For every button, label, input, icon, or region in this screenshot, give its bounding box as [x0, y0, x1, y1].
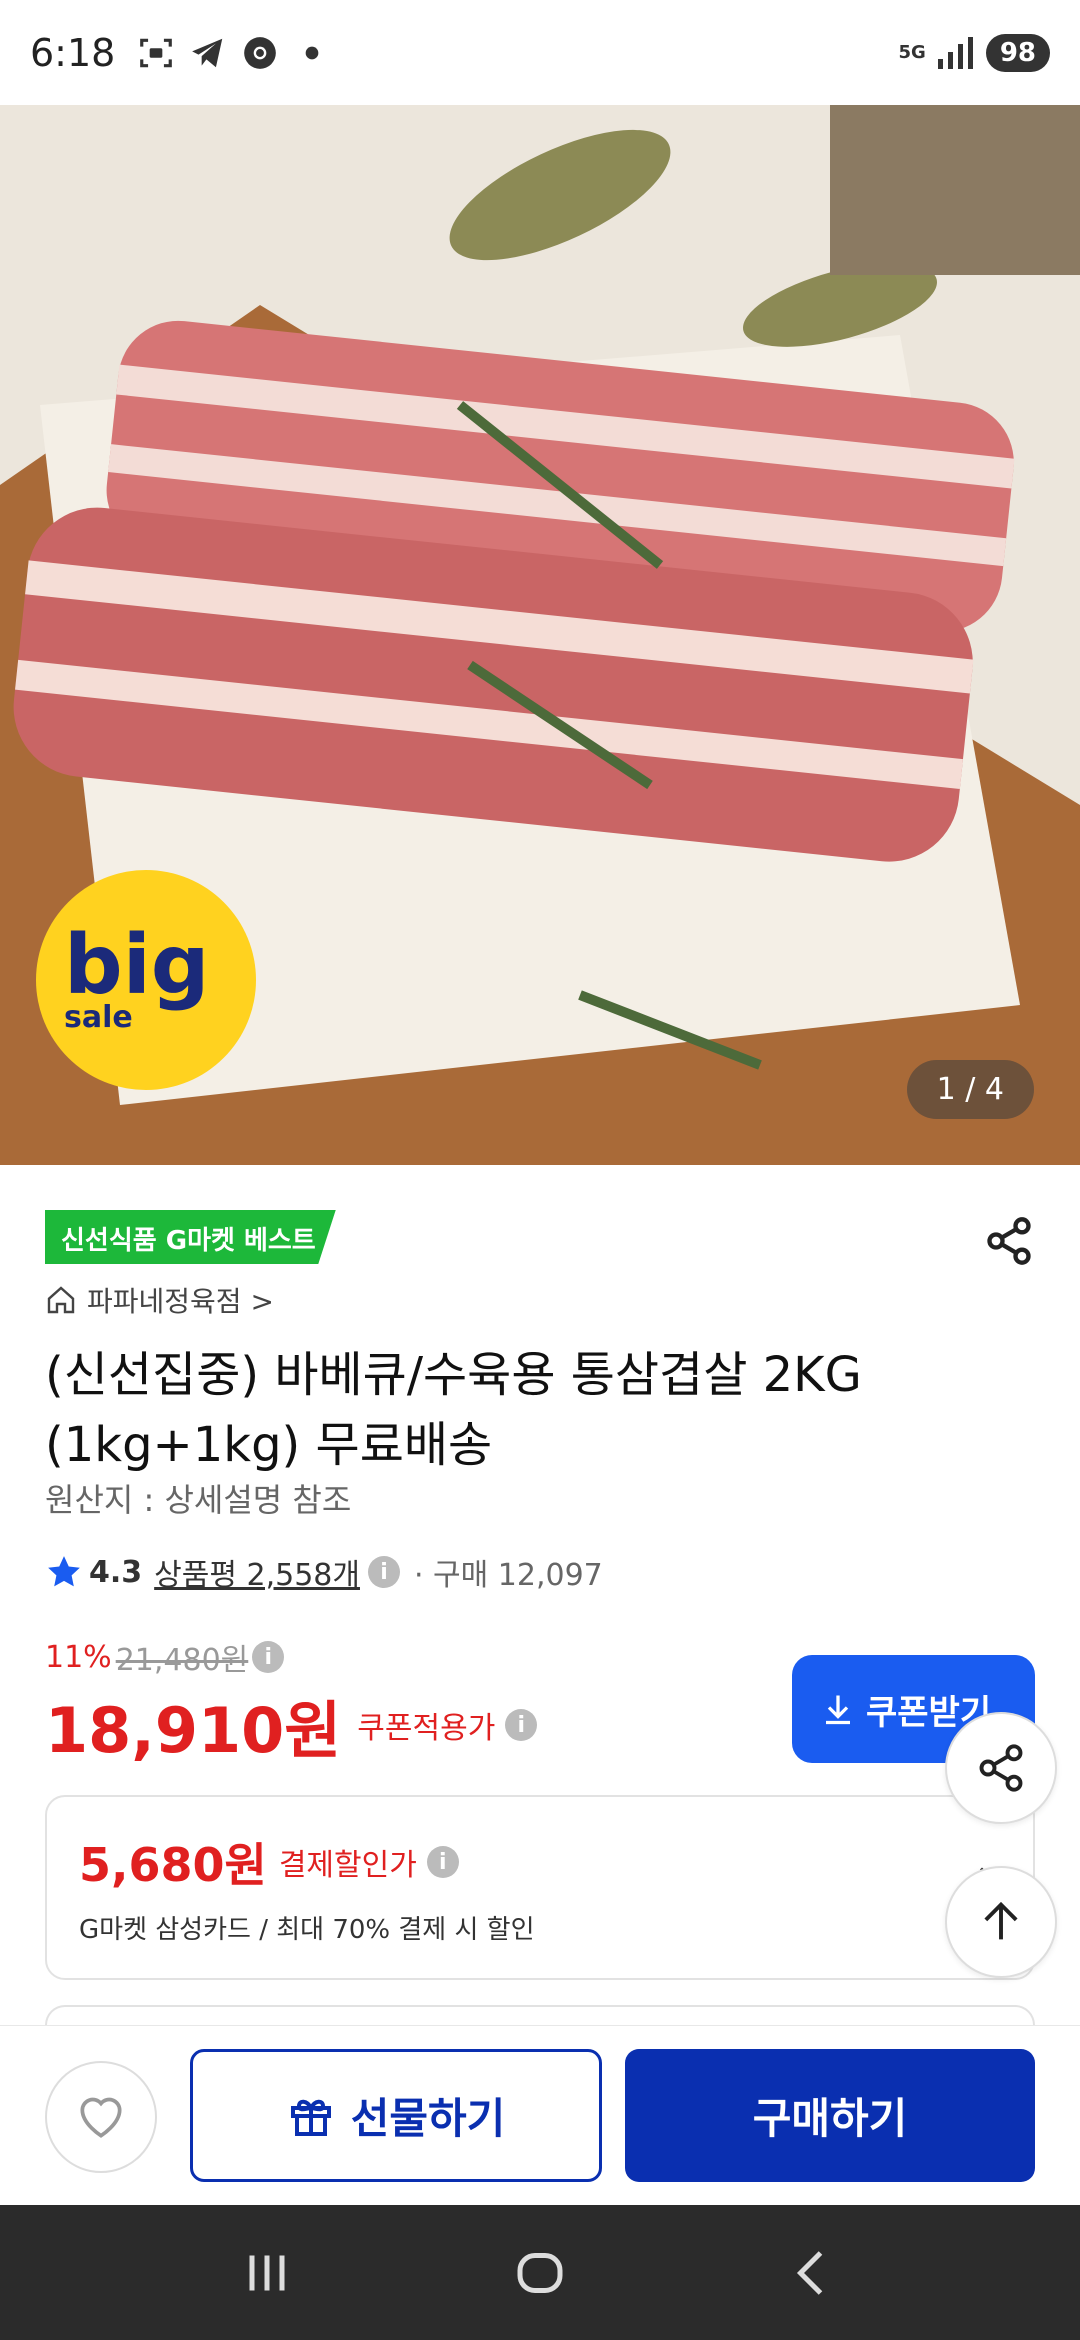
- rating-row: 4.3 상품평 2,558개 i · 구매 12,097: [45, 1550, 603, 1594]
- telegram-icon: [192, 38, 223, 67]
- image-counter: 1 / 4: [906, 1060, 1034, 1119]
- price-row: 18,910원 쿠폰적용가 i: [45, 1680, 538, 1770]
- rating-score: 4.3: [89, 1554, 143, 1590]
- big-sale-sale-text: sale: [64, 999, 133, 1035]
- card-discount-panel[interactable]: 5,680원 결제할인가 i G마켓 삼성카드 / 최대 70% 결제 시 할인: [45, 1795, 1035, 1980]
- original-price: 21,480원: [115, 1643, 249, 1678]
- status-right: 5G 98: [898, 33, 1050, 72]
- review-link[interactable]: 상품평 2,558개: [154, 1550, 360, 1594]
- share-icon[interactable]: [983, 1215, 1035, 1267]
- card-discount-description: G마켓 삼성카드 / 최대 70% 결제 시 할인: [79, 1915, 535, 1945]
- card-discount-amount: 5,680원: [79, 1838, 267, 1892]
- dot-icon: [306, 46, 319, 59]
- product-title: (신선집중) 바베큐/수육용 통삼겹살 2KG (1kg+1kg) 무료배송: [45, 1347, 862, 1473]
- purchase-count: · 구매 12,097: [413, 1558, 603, 1593]
- info-icon[interactable]: i: [252, 1641, 285, 1673]
- product-image[interactable]: big sale 1 / 4: [0, 105, 1080, 1165]
- star-icon: [48, 1556, 80, 1587]
- bottom-action-bar: 선물하기 구매하기: [0, 2025, 1080, 2205]
- wishlist-button[interactable]: [45, 2061, 157, 2173]
- scroll-top-button[interactable]: [945, 1866, 1057, 1978]
- back-icon[interactable]: [783, 2243, 843, 2303]
- status-bar: 6:18 5G 98: [0, 0, 1080, 105]
- buy-button-label: 구매하기: [752, 2094, 908, 2143]
- card-discount-price-row: 5,680원 결제할인가 i: [79, 1829, 459, 1895]
- shop-link[interactable]: 파파네정육점 >: [45, 1280, 274, 1320]
- gift-button-label: 선물하기: [350, 2094, 506, 2143]
- big-sale-big-text: big: [64, 917, 210, 1013]
- arrow-up-icon: [984, 1901, 1018, 1940]
- best-badge: 신선식품 G마켓 베스트: [45, 1210, 336, 1264]
- info-icon[interactable]: i: [367, 1556, 400, 1588]
- buy-button[interactable]: 구매하기: [625, 2049, 1035, 2182]
- discount-row: 11% 21,480원 i: [45, 1635, 285, 1679]
- gift-button[interactable]: 선물하기: [190, 2049, 602, 2182]
- floating-share-button[interactable]: [945, 1712, 1057, 1824]
- info-icon[interactable]: i: [426, 1846, 459, 1878]
- status-time: 6:18: [30, 30, 116, 75]
- signal-icon: [937, 36, 973, 69]
- product-origin: 원산지 : 상세설명 참조: [45, 1481, 352, 1519]
- info-icon[interactable]: i: [505, 1709, 538, 1741]
- download-icon: [826, 1695, 850, 1725]
- recent-apps-icon[interactable]: [237, 2243, 297, 2303]
- notification-icons: [137, 34, 331, 72]
- card-discount-label: 결제할인가: [278, 1848, 417, 1883]
- system-nav-bar: [0, 2205, 1080, 2340]
- discount-rate: 11%: [45, 1639, 112, 1675]
- home-button-icon[interactable]: [510, 2243, 570, 2303]
- big-sale-badge: big sale: [36, 870, 256, 1090]
- shop-name: 파파네정육점 >: [87, 1285, 274, 1318]
- screenshot-icon: [140, 38, 173, 67]
- coupon-price-label: 쿠폰적용가: [357, 1711, 496, 1746]
- gift-icon: [290, 2099, 331, 2136]
- battery-badge: 98: [985, 33, 1050, 72]
- heart-icon: [80, 2097, 122, 2138]
- sale-price: 18,910원: [45, 1694, 342, 1767]
- network-label: 5G: [898, 41, 926, 63]
- home-icon: [47, 1286, 75, 1314]
- share-icon: [979, 1744, 1023, 1792]
- chrome-icon: [244, 36, 277, 69]
